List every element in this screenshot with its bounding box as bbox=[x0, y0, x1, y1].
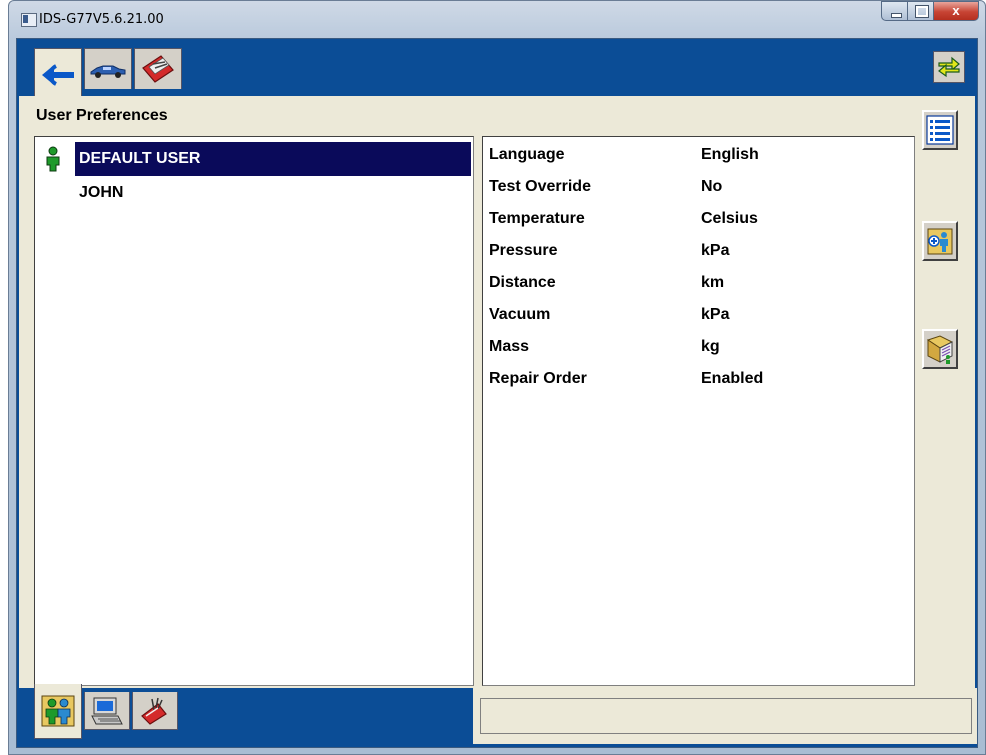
user-item-default-user[interactable]: DEFAULT USER bbox=[35, 142, 472, 176]
tab-tools[interactable] bbox=[132, 692, 178, 730]
pref-key: Temperature bbox=[489, 210, 585, 227]
connector-arrow-icon bbox=[42, 63, 74, 86]
add-user-button[interactable] bbox=[922, 221, 958, 261]
user-item-john[interactable]: JOHN bbox=[35, 176, 472, 210]
caption-buttons: x bbox=[881, 1, 979, 21]
window-title: IDS-G77V5.6.21.00 bbox=[39, 12, 164, 27]
pref-key: Repair Order bbox=[489, 370, 587, 387]
user-list[interactable]: DEFAULT USER JOHN bbox=[34, 136, 474, 686]
list-view-button[interactable] bbox=[922, 110, 958, 150]
tab-computer[interactable] bbox=[84, 692, 130, 730]
pref-value: kPa bbox=[701, 242, 730, 259]
pref-value: Celsius bbox=[701, 210, 758, 227]
pref-row-language: Language English bbox=[483, 140, 903, 172]
tab-connector[interactable] bbox=[34, 48, 82, 100]
add-user-icon bbox=[927, 228, 953, 255]
main-content: User Preferences DEFAULT USER JOHN Langu… bbox=[19, 96, 975, 688]
pref-row-pressure: Pressure kPa bbox=[483, 236, 903, 268]
close-button[interactable]: x bbox=[934, 1, 979, 21]
tab-vehicle[interactable] bbox=[84, 48, 132, 89]
close-icon: x bbox=[952, 3, 960, 18]
tab-toolbox[interactable] bbox=[134, 48, 182, 89]
user-name: JOHN bbox=[79, 184, 124, 201]
pref-row-vacuum: Vacuum kPa bbox=[483, 300, 903, 332]
pref-value: English bbox=[701, 146, 759, 163]
vehicle-icon bbox=[90, 65, 126, 78]
pref-value: Enabled bbox=[701, 370, 764, 387]
pref-value: km bbox=[701, 274, 725, 291]
pref-row-temperature: Temperature Celsius bbox=[483, 204, 903, 236]
pref-key: Language bbox=[489, 146, 565, 163]
swap-button[interactable] bbox=[933, 51, 965, 83]
edit-user-button[interactable] bbox=[922, 329, 958, 369]
person-icon bbox=[46, 146, 60, 172]
pref-row-repair-order: Repair Order Enabled bbox=[483, 364, 903, 396]
maximize-button[interactable] bbox=[908, 1, 934, 21]
pref-row-mass: Mass kg bbox=[483, 332, 903, 364]
pref-value: kg bbox=[701, 338, 720, 355]
bottom-tab-bar bbox=[34, 684, 180, 739]
client-area: User Preferences DEFAULT USER JOHN Langu… bbox=[16, 38, 978, 748]
pref-value: No bbox=[701, 178, 723, 195]
pref-row-test-override: Test Override No bbox=[483, 172, 903, 204]
preferences-panel: Language English Test Override No Temper… bbox=[482, 136, 915, 686]
user-name: DEFAULT USER bbox=[75, 142, 471, 176]
list-icon bbox=[926, 115, 954, 145]
pref-row-distance: Distance km bbox=[483, 268, 903, 300]
page-title: User Preferences bbox=[36, 107, 168, 124]
pref-key: Pressure bbox=[489, 242, 558, 259]
pref-key: Test Override bbox=[489, 178, 591, 195]
pref-key: Mass bbox=[489, 338, 530, 355]
pref-value: kPa bbox=[701, 306, 730, 323]
toolbox-icon bbox=[142, 55, 174, 83]
pref-key: Distance bbox=[489, 274, 556, 291]
status-field bbox=[480, 698, 972, 734]
pref-key: Vacuum bbox=[489, 306, 551, 323]
top-tab-bar bbox=[34, 48, 184, 100]
swap-arrows-icon bbox=[938, 56, 960, 78]
edit-user-icon bbox=[926, 335, 954, 364]
tools-icon bbox=[141, 697, 167, 725]
tab-users[interactable] bbox=[34, 684, 82, 739]
users-icon bbox=[41, 695, 75, 727]
computer-icon bbox=[91, 697, 123, 724]
minimize-button[interactable] bbox=[881, 1, 908, 21]
app-icon bbox=[21, 13, 37, 27]
